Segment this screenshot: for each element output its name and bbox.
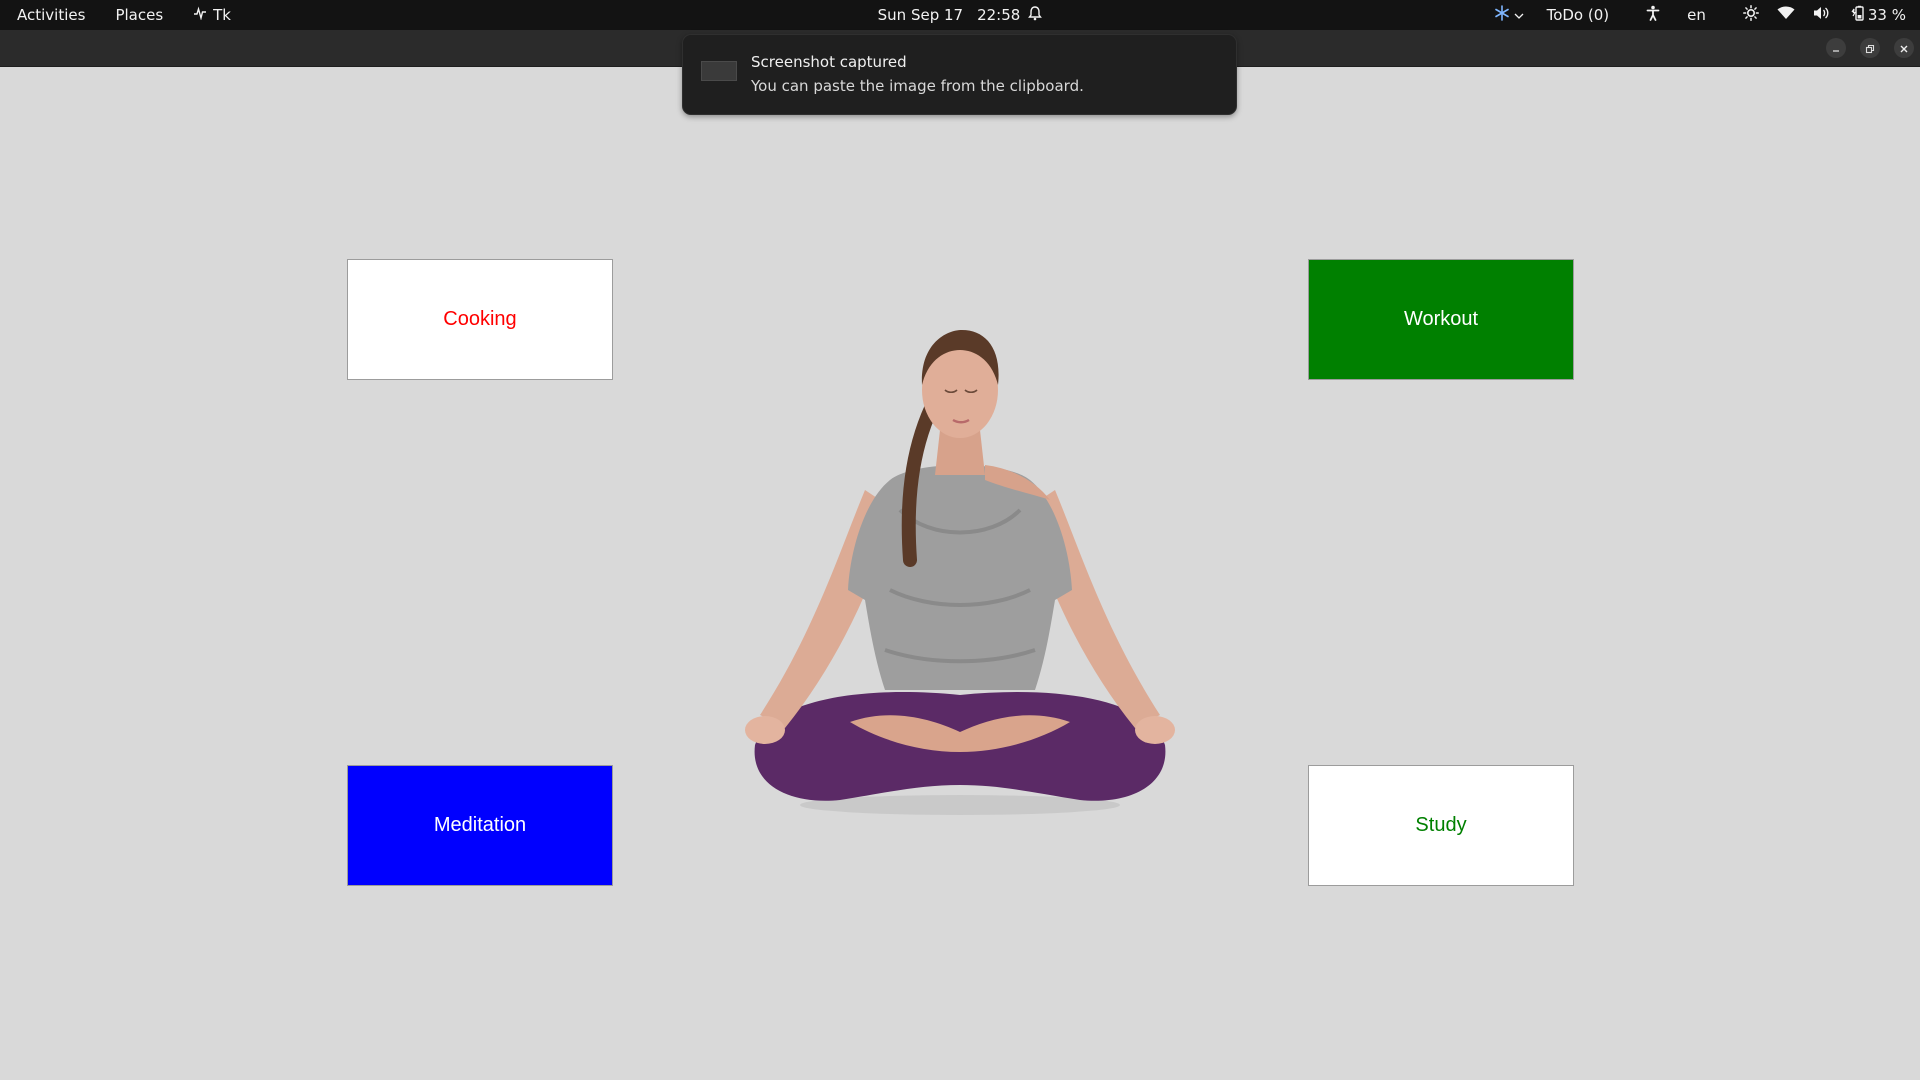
- accessibility-menu[interactable]: [1637, 0, 1669, 30]
- screenshot-thumbnail-icon: [701, 61, 737, 81]
- meditation-button[interactable]: Meditation: [347, 765, 613, 886]
- battery-icon: [1849, 5, 1865, 25]
- cooking-label: Cooking: [443, 308, 517, 330]
- language-indicator[interactable]: en: [1669, 0, 1734, 30]
- volume-icon: [1813, 5, 1831, 25]
- activities-label: Activities: [17, 6, 86, 24]
- top-bar-left: Activities Places Tk: [0, 0, 244, 30]
- notification-body: You can paste the image from the clipboa…: [751, 77, 1084, 95]
- workout-label: Workout: [1403, 308, 1479, 330]
- todo-label: ToDo (0): [1546, 6, 1610, 24]
- volume-indicator[interactable]: [1804, 0, 1840, 30]
- todo-indicator[interactable]: ToDo (0): [1533, 0, 1638, 30]
- close-icon: [1899, 39, 1909, 58]
- places-label: Places: [115, 6, 164, 24]
- top-bar-right: ToDo (0) en 33 %: [1485, 0, 1920, 30]
- top-bar: Activities Places Tk Sun Sep 17 22:58 To…: [0, 0, 1920, 30]
- app-name-label: Tk: [213, 6, 231, 24]
- close-button[interactable]: [1894, 38, 1914, 58]
- places-menu[interactable]: Places: [98, 0, 176, 30]
- restore-button[interactable]: [1860, 38, 1880, 58]
- workout-button[interactable]: Workout: [1308, 259, 1574, 380]
- clock-button[interactable]: Sun Sep 17 22:58: [878, 5, 1043, 25]
- wifi-icon: [1777, 6, 1795, 24]
- screenshot-notification[interactable]: Screenshot captured You can paste the im…: [682, 34, 1237, 115]
- language-label: en: [1687, 6, 1706, 24]
- brightness-icon: [1742, 5, 1759, 25]
- restore-icon: [1865, 39, 1875, 58]
- battery-indicator[interactable]: 33 %: [1840, 0, 1920, 30]
- notification-title: Screenshot captured: [751, 53, 907, 71]
- date-label: Sun Sep 17: [877, 6, 964, 24]
- minimize-icon: [1831, 39, 1841, 58]
- time-label: 22:58: [977, 6, 1021, 24]
- meditation-figure-image: [700, 330, 1220, 830]
- study-label: Study: [1415, 814, 1467, 836]
- chevron-down-icon: [1514, 6, 1524, 24]
- minimize-button[interactable]: [1826, 38, 1846, 58]
- snowflake-icon: [1494, 5, 1510, 25]
- activities-button[interactable]: Activities: [0, 0, 98, 30]
- wifi-indicator[interactable]: [1768, 0, 1804, 30]
- cooking-button[interactable]: Cooking: [347, 259, 613, 380]
- alarm-icon: [1028, 5, 1043, 25]
- brightness-indicator[interactable]: [1734, 0, 1768, 30]
- study-button[interactable]: Study: [1308, 765, 1574, 886]
- battery-label: 33 %: [1867, 6, 1906, 24]
- app-menu[interactable]: Tk: [176, 0, 244, 30]
- weather-indicator[interactable]: [1485, 0, 1533, 30]
- tk-app-icon: [193, 6, 207, 24]
- accessibility-icon: [1646, 5, 1660, 25]
- meditation-label: Meditation: [433, 814, 527, 836]
